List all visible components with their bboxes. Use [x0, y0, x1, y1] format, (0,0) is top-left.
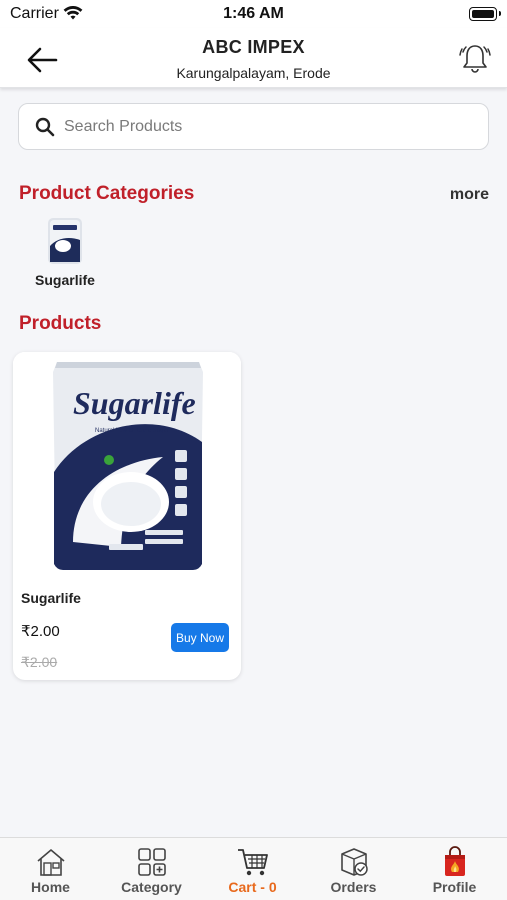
sugarlife-pack-thumbnail: [48, 218, 82, 264]
category-item-sugarlife[interactable]: Sugarlife: [28, 210, 102, 292]
bell-ringing-icon: [459, 45, 491, 73]
home-icon: [37, 849, 65, 876]
section-title-products: Products: [19, 313, 102, 334]
category-grid-icon: [138, 848, 166, 876]
app-header: ABC IMPEX Karungalpalayam, Erode: [0, 28, 507, 88]
page-title: ABC IMPEX: [202, 37, 305, 57]
cart-icon: [238, 849, 268, 876]
tab-profile[interactable]: Profile: [404, 838, 505, 900]
buy-now-button[interactable]: Buy Now: [171, 623, 229, 652]
section-title-categories: Product Categories: [19, 183, 195, 204]
battery-icon: [469, 7, 501, 21]
category-label: Sugarlife: [35, 272, 95, 288]
tab-category[interactable]: Category: [101, 838, 202, 900]
tab-label: Profile: [432, 879, 477, 895]
tab-label: Orders: [330, 879, 377, 895]
more-categories-link[interactable]: more: [450, 186, 489, 204]
tab-orders[interactable]: Orders: [303, 838, 404, 900]
product-card[interactable]: Sugarlife Natural Low GI Cane Sugar Suga…: [13, 352, 241, 680]
profile-bag-icon: [445, 846, 465, 876]
tab-label: Category: [121, 879, 182, 895]
search-bar[interactable]: [18, 103, 489, 150]
product-mrp: ₹2.00: [21, 654, 58, 670]
search-icon: [35, 117, 55, 137]
tab-label: Cart - 0: [228, 879, 277, 895]
orders-box-icon: [341, 848, 368, 876]
store-location: Karungalpalayam, Erode: [176, 65, 331, 81]
tab-home[interactable]: Home: [0, 838, 101, 900]
status-time: 1:46 AM: [223, 5, 284, 22]
product-name: Sugarlife: [21, 590, 81, 606]
product-image: Sugarlife Natural Low GI Cane Sugar: [13, 352, 241, 580]
tab-cart[interactable]: Cart - 0: [202, 838, 303, 900]
product-price: ₹2.00: [21, 623, 60, 640]
bottom-tab-bar: Home Category Cart - 0 Orders Profile: [0, 837, 507, 900]
status-bar: Carrier 1:46 AM: [0, 0, 507, 28]
tab-label: Home: [31, 879, 70, 895]
search-input[interactable]: [64, 115, 464, 139]
notification-button[interactable]: [457, 42, 493, 76]
pack-tagline-text: Natural Low GI Cane Sugar: [95, 428, 169, 434]
pack-brand-text: Sugarlife: [73, 385, 196, 421]
